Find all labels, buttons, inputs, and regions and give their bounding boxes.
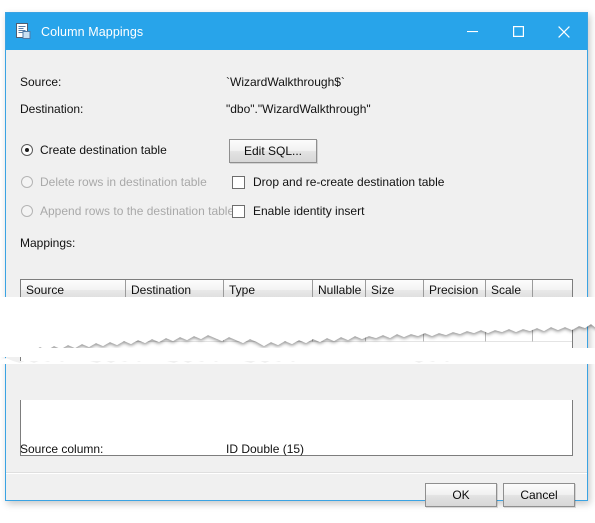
grid-body: ID ID float Name Name nvarchar 255	[21, 300, 572, 342]
radio-label: Append rows to the destination table	[40, 204, 235, 218]
checkbox-indicator	[232, 204, 245, 218]
radio-label: Create destination table	[40, 143, 167, 157]
cancel-button[interactable]: Cancel	[503, 483, 575, 507]
edit-sql-button[interactable]: Edit SQL...	[229, 139, 317, 163]
cell-scale[interactable]	[486, 300, 533, 321]
nullable-checkbox-icon	[333, 325, 345, 337]
radio-indicator	[21, 176, 33, 188]
cell-precision[interactable]	[424, 300, 486, 321]
table-row[interactable]: ID ID float	[21, 300, 572, 321]
dialog-body: Source: `WizardWalkthrough$` Destination…	[6, 50, 587, 507]
cell-type[interactable]: nvarchar	[224, 321, 313, 342]
mappings-label: Mappings:	[20, 236, 76, 250]
cell-source[interactable]: Name	[21, 321, 126, 342]
maximize-button[interactable]	[495, 13, 541, 50]
cell-nullable[interactable]	[313, 321, 366, 342]
window-title: Column Mappings	[41, 24, 144, 39]
cell-size[interactable]: 255	[366, 321, 424, 342]
close-button[interactable]	[541, 13, 587, 50]
cell-filler	[533, 300, 572, 321]
radio-append-rows-to-destination-table: Append rows to the destination table	[21, 204, 234, 218]
ok-button-label: OK	[452, 488, 470, 502]
checkbox-label: Enable identity insert	[253, 204, 365, 218]
destination-value: "dbo"."WizardWalkthrough"	[226, 102, 371, 116]
checkbox-drop-and-recreate-destination-table[interactable]: Drop and re-create destination table	[232, 175, 444, 189]
checkbox-label: Drop and re-create destination table	[253, 175, 445, 189]
cell-destination[interactable]: ID	[126, 300, 224, 321]
radio-label: Delete rows in destination table	[40, 175, 207, 189]
radio-create-destination-table[interactable]: Create destination table	[21, 143, 167, 157]
column-header-size[interactable]: Size	[366, 280, 424, 300]
destination-label: Destination:	[20, 102, 84, 116]
footer-separator	[6, 472, 587, 474]
column-header-source[interactable]: Source	[21, 280, 126, 300]
source-value: `WizardWalkthrough$`	[226, 75, 345, 89]
edit-sql-button-label: Edit SQL...	[243, 144, 303, 158]
title-bar: Column Mappings	[6, 13, 587, 50]
column-mappings-document-icon	[15, 23, 32, 40]
column-header-destination[interactable]: Destination	[126, 280, 224, 300]
column-header-precision[interactable]: Precision	[424, 280, 486, 300]
column-header-scale[interactable]: Scale	[486, 280, 533, 300]
column-header-type[interactable]: Type	[224, 280, 313, 300]
close-icon	[558, 25, 570, 38]
grid-header-row: Source Destination Type Nullable Size Pr…	[21, 280, 572, 300]
source-label: Source:	[20, 75, 62, 89]
table-row[interactable]: Name Name nvarchar 255	[21, 321, 572, 342]
radio-delete-rows-in-destination-table: Delete rows in destination table	[21, 175, 207, 189]
cell-size[interactable]	[366, 300, 424, 321]
cell-filler	[533, 321, 572, 342]
maximize-icon	[512, 26, 524, 37]
column-mappings-dialog: Column Mappings Source: `WizardWalkthrou…	[5, 12, 588, 507]
minimize-icon	[466, 31, 478, 33]
ok-button[interactable]: OK	[425, 483, 497, 507]
column-header-nullable[interactable]: Nullable	[313, 280, 366, 300]
cell-type[interactable]: float	[224, 300, 313, 321]
mappings-grid[interactable]: Source Destination Type Nullable Size Pr…	[20, 279, 573, 361]
source-column-label: Source column:	[20, 442, 104, 456]
cancel-button-label: Cancel	[520, 488, 558, 502]
minimize-button[interactable]	[449, 13, 495, 50]
cell-source[interactable]: ID	[21, 300, 126, 321]
radio-indicator	[21, 144, 33, 156]
nullable-checkbox-icon	[333, 304, 345, 316]
cell-destination[interactable]: Name	[126, 321, 224, 342]
cell-precision[interactable]	[424, 321, 486, 342]
checkbox-enable-identity-insert[interactable]: Enable identity insert	[232, 204, 364, 218]
cell-nullable[interactable]	[313, 300, 366, 321]
radio-indicator	[21, 205, 33, 217]
cell-scale[interactable]	[486, 321, 533, 342]
source-column-value: ID Double (15)	[226, 442, 305, 456]
checkbox-indicator	[232, 175, 245, 189]
column-header-filler	[533, 280, 572, 300]
